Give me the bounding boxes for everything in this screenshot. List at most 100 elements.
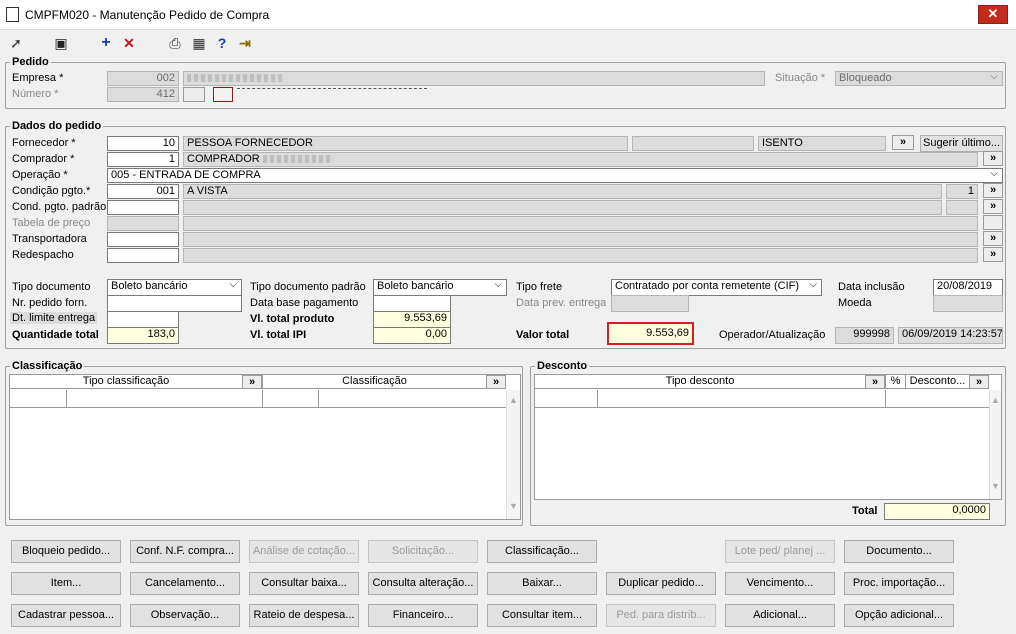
condicao-code-field[interactable]: 001 (107, 184, 179, 199)
col-tipo-classificacao-expand[interactable]: » (242, 375, 262, 389)
col-tipo-desconto[interactable]: Tipo desconto (535, 375, 865, 389)
situacao-label: Situação * (775, 72, 826, 84)
numero-field[interactable]: 412 (107, 87, 179, 102)
numero-grid-button[interactable] (213, 87, 233, 102)
comprador-code-field[interactable]: 1 (107, 152, 179, 167)
classificacao-button[interactable]: Classificação... (487, 540, 597, 563)
bloqueio-pedido-button[interactable]: Bloqueio pedido... (11, 540, 121, 563)
data-base-field[interactable] (373, 295, 451, 312)
numero-label: Número * (12, 88, 59, 100)
tipo-documento-padrao-label: Tipo documento padrão (250, 281, 366, 293)
add-icon[interactable]: + (98, 35, 114, 51)
tipo-documento-select[interactable]: Boleto bancário (107, 279, 242, 296)
fornecedor-code-field[interactable]: 10 (107, 136, 179, 151)
cond-padrao-code-field[interactable] (107, 200, 179, 215)
exit-icon[interactable]: ⇥ (237, 35, 253, 51)
desconto-grid[interactable]: Tipo desconto » % Desconto... » ▲ ▼ (534, 374, 1002, 500)
dt-limite-label: Dt. limite entrega (10, 312, 98, 324)
desconto-scrollbar[interactable]: ▲ ▼ (989, 390, 1001, 499)
conf-nf-compra-button[interactable]: Conf. N.F. compra... (130, 540, 240, 563)
desconto-total-label: Total (852, 505, 878, 517)
title-bar: CMPFM020 - Manutenção Pedido de Compra ✕ (0, 0, 1016, 30)
item-button[interactable]: Item... (11, 572, 121, 595)
classificacao-scrollbar[interactable]: ▲ ▼ (506, 390, 520, 519)
moeda-label: Moeda (838, 297, 872, 309)
operacao-select[interactable]: 005 - ENTRADA DE COMPRA (107, 168, 1003, 183)
condicao-name-field: A VISTA (183, 184, 942, 199)
cond-padrao-extra-field (946, 200, 978, 215)
pedido-group-label: Pedido (10, 56, 51, 68)
consulta-alteracao-button[interactable]: Consulta alteração... (368, 572, 478, 595)
condicao-expand-button[interactable]: » (983, 183, 1003, 198)
comprador-label: Comprador * (12, 153, 75, 165)
cadastrar-pessoa-button[interactable]: Cadastrar pessoa... (11, 604, 121, 627)
quantidade-total-field: 183,0 (107, 327, 179, 344)
tipo-documento-padrao-select[interactable]: Boleto bancário (373, 279, 507, 296)
data-prev-label: Data prev. entrega (516, 297, 607, 309)
cancelamento-button[interactable]: Cancelamento... (130, 572, 240, 595)
col-desconto[interactable]: Desconto... (905, 375, 969, 389)
transportadora-expand-button[interactable]: » (983, 231, 1003, 246)
moeda-field (933, 295, 1003, 312)
tipo-frete-select[interactable]: Contratado por conta remetente (CIF) (611, 279, 822, 296)
desconto-group-label: Desconto (535, 360, 590, 372)
vl-total-produto-label: Vl. total produto (250, 313, 335, 325)
nr-pedido-field[interactable] (107, 295, 242, 312)
opcao-adicional-button[interactable]: Opção adicional... (844, 604, 954, 627)
sugerir-ultimo-button[interactable]: Sugerir último... (920, 135, 1003, 152)
redespacho-expand-button[interactable]: » (983, 247, 1003, 262)
fornecedor-label: Fornecedor * (12, 137, 76, 149)
duplicar-pedido-button[interactable]: Duplicar pedido... (606, 572, 716, 595)
classificacao-grid[interactable]: Tipo classificação » Classificação » ▲ ▼ (9, 374, 521, 520)
redespacho-name-field (183, 248, 978, 263)
baixar-button[interactable]: Baixar... (487, 572, 597, 595)
operador-label: Operador/Atualização (719, 329, 826, 341)
ped-para-distrib-button[interactable]: Ped. para distrib... (606, 604, 716, 627)
situacao-select[interactable]: Bloqueado (835, 71, 1003, 86)
dt-limite-field[interactable] (107, 311, 179, 328)
col-tipo-classificacao[interactable]: Tipo classificação (10, 375, 242, 389)
col-desconto-expand[interactable]: » (969, 375, 989, 389)
observacao-button[interactable]: Observação... (130, 604, 240, 627)
save-icon[interactable]: ▣ (53, 35, 69, 51)
proc-importacao-button[interactable]: Proc. importação... (844, 572, 954, 595)
financeiro-button[interactable]: Financeiro... (368, 604, 478, 627)
solicitacao-button[interactable]: Solicitação... (368, 540, 478, 563)
close-button[interactable]: ✕ (978, 5, 1008, 24)
redespacho-code-field[interactable] (107, 248, 179, 263)
data-prev-field (611, 295, 689, 312)
consultar-baixa-button[interactable]: Consultar baixa... (249, 572, 359, 595)
analise-cotacao-button[interactable]: Análise de cotação... (249, 540, 359, 563)
lote-ped-planej-button[interactable]: Lote ped/ planej ... (725, 540, 835, 563)
fornecedor-expand-button[interactable]: » (892, 135, 914, 150)
rateio-despesa-button[interactable]: Rateio de despesa... (249, 604, 359, 627)
data-inclusao-label: Data inclusão (838, 281, 905, 293)
delete-icon[interactable]: ✕ (121, 35, 137, 51)
col-tipo-desconto-expand[interactable]: » (865, 375, 885, 389)
consultar-item-button[interactable]: Consultar item... (487, 604, 597, 627)
col-classificacao-expand[interactable]: » (486, 375, 506, 389)
dados-group-label: Dados do pedido (10, 120, 104, 132)
atualizacao-field: 06/09/2019 14:23:57 (898, 327, 1003, 344)
cond-padrao-expand-button[interactable]: » (983, 199, 1003, 214)
table-row[interactable] (10, 390, 506, 408)
desconto-total-field: 0,0000 (884, 503, 990, 520)
col-percent[interactable]: % (885, 375, 905, 389)
operacao-label: Operação * (12, 169, 68, 181)
grid-icon[interactable]: ▦ (191, 35, 207, 51)
numero-lookup-button[interactable] (183, 87, 205, 102)
nr-pedido-label: Nr. pedido forn. (12, 297, 88, 309)
table-row[interactable] (535, 390, 989, 408)
transportadora-code-field[interactable] (107, 232, 179, 247)
vl-total-ipi-field: 0,00 (373, 327, 451, 344)
comprador-expand-button[interactable]: » (983, 151, 1003, 166)
print-icon[interactable]: ⎙ (167, 35, 183, 51)
documento-button[interactable]: Documento... (844, 540, 954, 563)
empresa-code-field[interactable]: 002 (107, 71, 179, 86)
data-inclusao-field[interactable]: 20/08/2019 (933, 279, 1003, 296)
arrow-icon[interactable]: ➚ (8, 35, 24, 51)
col-classificacao[interactable]: Classificação (262, 375, 486, 389)
adicional-button[interactable]: Adicional... (725, 604, 835, 627)
help-icon[interactable]: ? (214, 35, 230, 51)
vencimento-button[interactable]: Vencimento... (725, 572, 835, 595)
